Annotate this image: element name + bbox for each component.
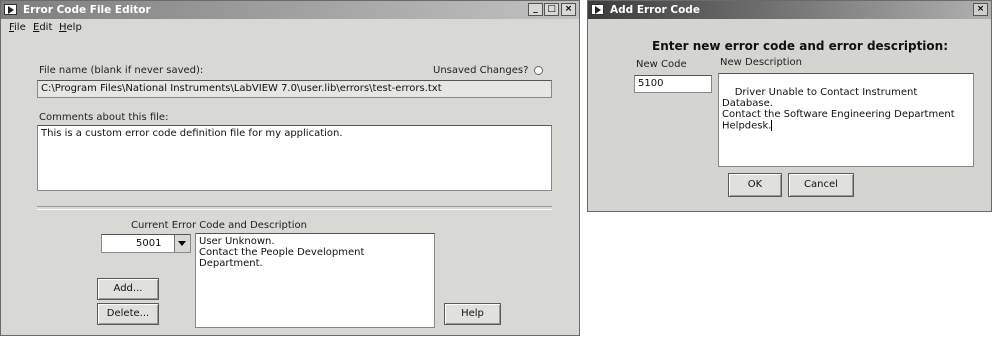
dialog-title: Add Error Code	[610, 4, 700, 16]
file-path-field[interactable]: C:\Program Files\National Instruments\La…	[37, 80, 552, 98]
dialog-title-bar[interactable]: Add Error Code ×	[588, 1, 991, 19]
menu-help[interactable]: Help	[59, 22, 82, 33]
unsaved-changes-indicator	[534, 66, 543, 75]
menu-bar: File Edit Help	[3, 21, 577, 37]
add-button[interactable]: Add...	[97, 278, 159, 300]
error-description-textarea[interactable]: User Unknown. Contact the People Develop…	[195, 233, 435, 328]
comments-textarea[interactable]: This is a custom error code definition f…	[37, 125, 552, 191]
error-code-file-editor-window: Error Code File Editor _ □ × File Edit H…	[0, 0, 580, 336]
chevron-down-icon[interactable]	[174, 235, 190, 252]
cancel-button[interactable]: Cancel	[788, 173, 854, 197]
help-button[interactable]: Help	[444, 303, 501, 325]
menu-file[interactable]: File	[9, 22, 26, 33]
new-description-text: Driver Unable to Contact Instrument Data…	[722, 87, 955, 132]
close-button[interactable]: ×	[561, 3, 576, 16]
new-description-label: New Description	[720, 57, 802, 68]
ok-button[interactable]: OK	[728, 173, 782, 197]
labview-app-icon	[4, 4, 17, 15]
file-name-label: File name (blank if never saved):	[39, 65, 204, 76]
new-code-input[interactable]: 5100	[634, 75, 712, 93]
error-code-value: 5001	[136, 238, 162, 249]
text-cursor	[771, 120, 773, 131]
unsaved-changes-label: Unsaved Changes?	[433, 65, 529, 76]
current-error-label: Current Error Code and Description	[131, 220, 308, 231]
separator	[37, 206, 552, 210]
menu-edit[interactable]: Edit	[33, 22, 52, 33]
minimize-button[interactable]: _	[528, 3, 543, 16]
new-code-label: New Code	[636, 59, 687, 70]
dialog-heading: Enter new error code and error descripti…	[652, 39, 948, 53]
delete-button[interactable]: Delete...	[97, 303, 159, 325]
new-description-textarea[interactable]: Driver Unable to Contact Instrument Data…	[718, 73, 974, 167]
editor-title-bar[interactable]: Error Code File Editor _ □ ×	[1, 1, 579, 19]
add-error-code-dialog: Add Error Code × Enter new error code an…	[587, 0, 992, 212]
comments-label: Comments about this file:	[39, 112, 169, 123]
maximize-button[interactable]: □	[544, 3, 559, 16]
editor-title: Error Code File Editor	[23, 4, 151, 16]
error-code-dropdown[interactable]: 5001	[101, 234, 191, 253]
labview-app-icon	[591, 4, 604, 15]
dialog-close-button[interactable]: ×	[973, 3, 988, 16]
